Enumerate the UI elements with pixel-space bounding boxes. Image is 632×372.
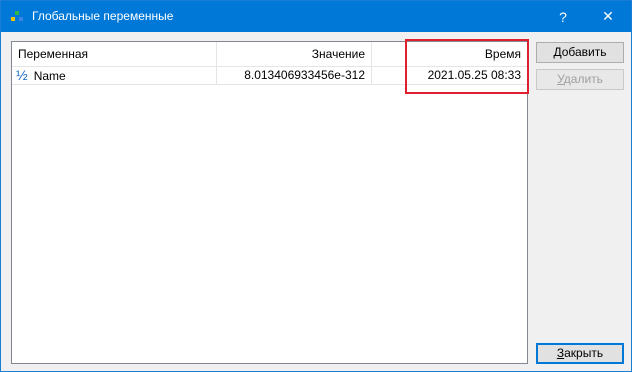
help-icon: ? bbox=[559, 8, 567, 25]
delete-button-accel: У bbox=[557, 72, 564, 86]
delete-button-label: далить bbox=[563, 72, 603, 86]
close-window-button[interactable]: ✕ bbox=[585, 1, 631, 32]
close-button-label: акрыть bbox=[564, 346, 604, 360]
help-button[interactable]: ? bbox=[540, 1, 586, 32]
column-header-variable[interactable]: Переменная bbox=[12, 42, 217, 66]
global-variables-window: Глобальные переменные ? ✕ Переменная Зна… bbox=[0, 0, 632, 372]
close-icon: ✕ bbox=[602, 8, 614, 24]
variable-value-cell[interactable]: 8.013406933456e-312 bbox=[217, 67, 372, 85]
add-button[interactable]: Добавить bbox=[536, 42, 624, 63]
table-row[interactable]: ½ Name 8.013406933456e-312 2021.05.25 08:… bbox=[12, 67, 527, 85]
variable-name-cell[interactable]: ½ Name bbox=[12, 67, 217, 85]
delete-button[interactable]: Удалить bbox=[536, 69, 624, 90]
add-button-label: обавить bbox=[561, 45, 607, 59]
half-fraction-icon: ½ bbox=[16, 67, 28, 83]
column-header-time[interactable]: Время bbox=[372, 42, 527, 66]
add-button-accel: Д bbox=[553, 45, 562, 59]
column-header-value[interactable]: Значение bbox=[217, 42, 372, 66]
variables-list[interactable]: Переменная Значение Время ½ Name 8.013406… bbox=[11, 41, 528, 364]
variable-time-cell[interactable]: 2021.05.25 08:33 bbox=[372, 67, 527, 85]
app-icon bbox=[10, 9, 24, 23]
window-title: Глобальные переменные bbox=[32, 9, 174, 23]
close-button[interactable]: Закрыть bbox=[536, 343, 624, 364]
variable-name: Name bbox=[33, 69, 66, 83]
title-bar: Глобальные переменные ? ✕ bbox=[1, 1, 631, 32]
